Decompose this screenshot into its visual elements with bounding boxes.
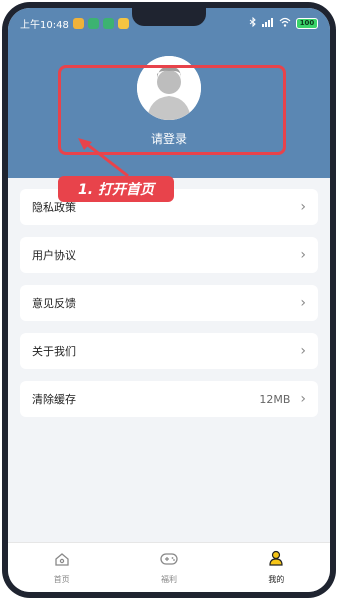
- menu-item-feedback[interactable]: 意见反馈 ›: [20, 285, 318, 321]
- camera-notch: [132, 8, 206, 26]
- tab-welfare[interactable]: 福利: [129, 551, 209, 585]
- menu-item-label: 意见反馈: [32, 297, 76, 310]
- tab-home[interactable]: 首页: [22, 551, 102, 585]
- menu-item-user-agreement[interactable]: 用户协议 ›: [20, 237, 318, 273]
- tab-mine[interactable]: 我的: [236, 550, 316, 585]
- chevron-right-icon: ›: [300, 343, 306, 359]
- home-icon: [54, 551, 70, 570]
- chevron-right-icon: ›: [300, 391, 306, 407]
- cache-size-value: 12MB: [259, 392, 291, 406]
- status-time: 上午10:48: [20, 19, 69, 31]
- notification-app-icon: [72, 17, 84, 29]
- status-left: 上午10:48: [20, 16, 129, 31]
- status-right: 100: [249, 16, 318, 30]
- bottom-tab-bar: 首页 福利 我的: [8, 542, 330, 592]
- settings-menu: 隐私政策 › 用户协议 › 意见反馈 › 关于我们 › 清除缓存 12MB ›: [20, 189, 318, 429]
- menu-item-label: 用户协议: [32, 249, 76, 262]
- signal-icon: [262, 17, 274, 30]
- user-icon: [268, 550, 284, 570]
- phone-frame: 上午10:48 100 请登录 隐私政策 › 用户协议 › 意见反馈 › 关于我…: [2, 2, 336, 598]
- wifi-icon: [279, 17, 291, 30]
- notification-app-icon: [87, 17, 99, 29]
- tab-label: 首页: [53, 574, 70, 584]
- menu-item-clear-cache[interactable]: 清除缓存 12MB ›: [20, 381, 318, 417]
- bluetooth-icon: [249, 16, 257, 30]
- menu-item-label: 关于我们: [32, 345, 76, 358]
- chevron-right-icon: ›: [300, 247, 306, 263]
- menu-item-label: 清除缓存: [32, 393, 76, 406]
- menu-item-about-us[interactable]: 关于我们 ›: [20, 333, 318, 369]
- screen: 上午10:48 100 请登录 隐私政策 › 用户协议 › 意见反馈 › 关于我…: [8, 8, 330, 592]
- notification-app-icon: [117, 17, 129, 29]
- annotation-step-badge: 1. 打开首页: [58, 176, 174, 202]
- gamepad-icon: [160, 551, 178, 570]
- notification-app-icon: [102, 17, 114, 29]
- chevron-right-icon: ›: [300, 199, 306, 215]
- battery-icon: 100: [296, 17, 318, 29]
- chevron-right-icon: ›: [300, 295, 306, 311]
- tab-label: 福利: [160, 574, 177, 584]
- tab-label: 我的: [268, 575, 285, 584]
